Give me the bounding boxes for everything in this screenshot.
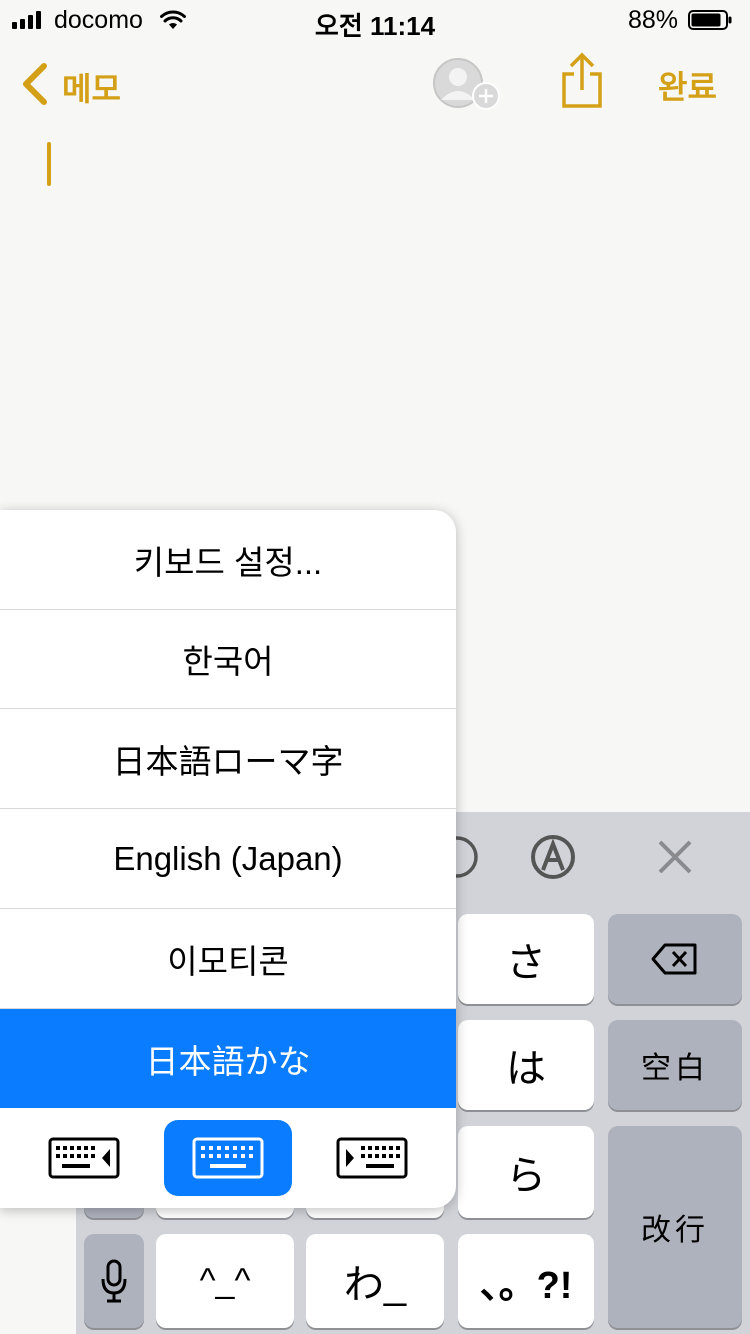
menu-item-korean[interactable]: 한국어	[0, 609, 456, 709]
add-people-icon[interactable]	[432, 56, 502, 112]
key-sa[interactable]: さ	[458, 914, 594, 1004]
done-button[interactable]: 완료	[658, 62, 717, 108]
key-label: ^_^	[199, 1261, 251, 1300]
space-key[interactable]: 空白	[608, 1020, 742, 1110]
return-key[interactable]: 改行	[608, 1126, 742, 1328]
battery-icon	[688, 10, 732, 30]
close-icon[interactable]	[650, 832, 700, 882]
microphone-icon	[101, 1259, 127, 1303]
chevron-left-icon	[23, 63, 47, 105]
key-punctuation[interactable]: 、。?!	[458, 1234, 594, 1328]
back-label: 메모	[62, 71, 121, 107]
handwriting-icon[interactable]	[528, 832, 578, 882]
microphone-key[interactable]	[84, 1234, 144, 1328]
key-ra[interactable]: ら	[458, 1126, 594, 1218]
menu-item-keyboard-settings[interactable]: 키보드 설정...	[0, 510, 456, 610]
key-wa[interactable]: わ_	[306, 1234, 444, 1328]
key-emoticon[interactable]: ^_^	[156, 1234, 294, 1328]
menu-item-emoticon[interactable]: 이모티콘	[0, 909, 456, 1009]
return-key-label: 改行	[641, 1214, 709, 1247]
key-ha[interactable]: は	[458, 1020, 594, 1110]
status-bar: docomo 오전 11:14 88%	[0, 0, 750, 41]
menu-item-japanese-romaji[interactable]: 日本語ローマ字	[0, 709, 456, 809]
share-icon[interactable]	[558, 52, 606, 110]
battery-percent: 88%	[628, 6, 679, 34]
menu-item-english-japan[interactable]: English (Japan)	[0, 809, 456, 909]
keyboard-layout-row	[0, 1108, 456, 1208]
key-label: は	[506, 1047, 546, 1091]
key-label: 、。?!	[479, 1264, 573, 1307]
language-menu: 키보드 설정... 한국어 日本語ローマ字 English (Japan) 이모…	[0, 510, 456, 1208]
delete-key[interactable]	[608, 914, 742, 1004]
key-label: わ_	[343, 1263, 407, 1307]
space-key-label: 空白	[641, 1052, 709, 1085]
backspace-icon	[651, 943, 697, 975]
back-button[interactable]: 메모	[20, 58, 130, 108]
key-label: さ	[506, 941, 546, 985]
full-keyboard-button[interactable]	[164, 1120, 292, 1196]
left-keyboard-icon	[48, 1137, 120, 1179]
right-keyboard-icon	[336, 1137, 408, 1179]
right-keyboard-button[interactable]	[308, 1120, 436, 1196]
keyboard-icon	[192, 1137, 264, 1179]
left-keyboard-button[interactable]	[20, 1120, 148, 1196]
menu-item-japanese-kana[interactable]: 日本語かな	[0, 1009, 456, 1108]
key-label: ら	[506, 1154, 546, 1198]
text-cursor	[47, 142, 51, 186]
